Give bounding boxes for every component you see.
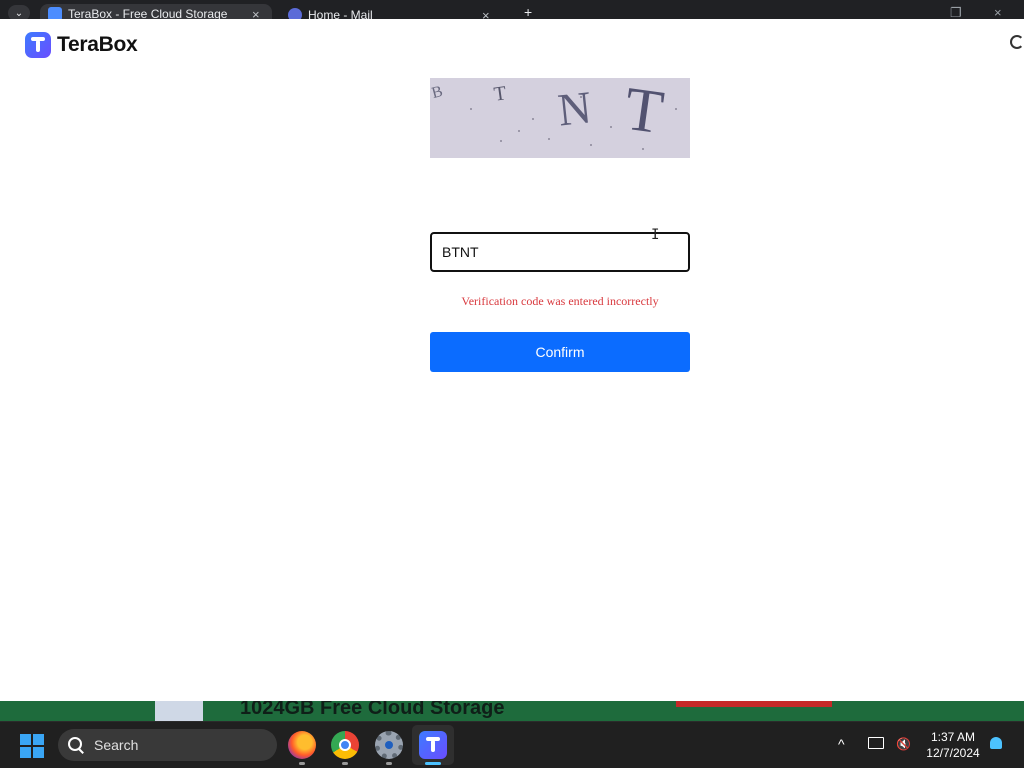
captcha-noise — [500, 140, 502, 142]
captcha-char: N — [555, 81, 594, 136]
captcha-noise — [518, 130, 520, 132]
captcha-noise — [532, 118, 534, 120]
clock-time: 1:37 AM — [930, 730, 976, 744]
volume-muted-icon[interactable]: 🔇 — [896, 737, 911, 751]
captcha-noise — [590, 144, 592, 146]
firefox-icon[interactable] — [288, 731, 316, 759]
terabox-logo-icon — [25, 32, 51, 58]
terabox-taskbar-icon[interactable] — [419, 731, 447, 759]
captcha-noise — [642, 148, 644, 150]
text-cursor-icon: I — [651, 227, 660, 243]
captcha-noise — [675, 108, 677, 110]
banner-text: 1024GB Free Cloud Storage — [240, 701, 505, 719]
banner-button[interactable] — [676, 701, 832, 707]
error-message: Verification code was entered incorrectl… — [461, 294, 659, 308]
captcha-char: T — [492, 82, 508, 106]
network-icon[interactable] — [868, 737, 884, 749]
captcha-noise — [610, 126, 612, 128]
active-indicator — [425, 762, 441, 765]
confirm-button[interactable]: Confirm — [430, 332, 690, 372]
captcha-noise — [470, 108, 472, 110]
taskbar: Search ^ 🔇 1:37 AM 12/7/2024 — [0, 721, 1024, 768]
running-indicator — [342, 762, 348, 765]
brand: TeraBox — [25, 32, 138, 58]
captcha-noise — [548, 138, 550, 140]
settings-gear-icon[interactable] — [375, 731, 403, 759]
running-indicator — [386, 762, 392, 765]
tray-chevron-icon[interactable]: ^ — [838, 736, 845, 752]
chrome-icon[interactable] — [331, 731, 359, 759]
captcha-image[interactable]: B T N T — [430, 78, 690, 158]
reload-icon[interactable] — [1010, 35, 1024, 49]
captcha-noise — [580, 96, 582, 98]
browser-tab-strip: ⌄ TeraBox - Free Cloud Storage × Home - … — [0, 0, 1024, 24]
captcha-char: B — [430, 82, 445, 103]
new-tab-button[interactable]: + — [524, 4, 532, 20]
brand-name: TeraBox — [57, 33, 138, 56]
verification-popup: TeraBox B T N T I Verification code was … — [0, 19, 1024, 701]
banner-image — [155, 701, 203, 721]
close-window-icon[interactable]: × — [994, 5, 1002, 20]
clock-date: 12/7/2024 — [926, 746, 980, 760]
captcha-char: T — [620, 78, 668, 148]
running-indicator — [299, 762, 305, 765]
search-label: Search — [94, 737, 139, 753]
taskbar-search[interactable]: Search — [58, 729, 277, 761]
notification-bell-icon[interactable] — [990, 737, 1002, 749]
windows-start-icon[interactable] — [20, 734, 44, 758]
search-icon — [68, 737, 84, 753]
clock[interactable]: 1:37 AM 12/7/2024 — [920, 729, 986, 761]
background-page-banner: 1024GB Free Cloud Storage — [0, 701, 1024, 721]
